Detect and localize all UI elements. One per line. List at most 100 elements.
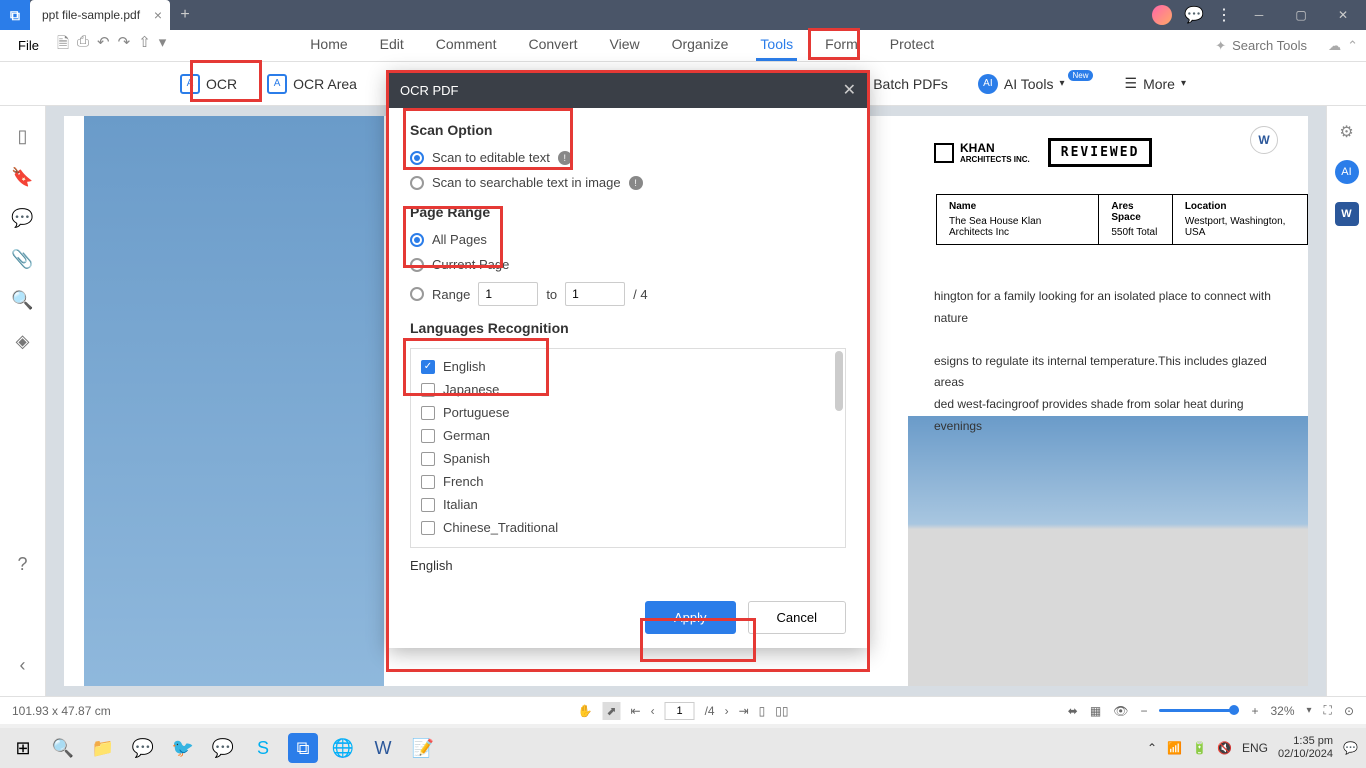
layers-icon[interactable]: ◈ <box>16 331 30 352</box>
fit-width-icon[interactable]: ⬌ <box>1068 704 1078 718</box>
tab-view[interactable]: View <box>606 30 644 61</box>
tab-edit[interactable]: Edit <box>376 30 408 61</box>
share-icon[interactable]: ⇧ <box>138 33 151 58</box>
undo-icon[interactable]: ↶ <box>97 33 110 58</box>
new-tab-button[interactable]: + <box>170 6 200 24</box>
whatsapp-icon[interactable]: 💬 <box>208 733 238 763</box>
lang-italian[interactable]: Italian <box>411 493 845 516</box>
battery-icon[interactable]: 🔋 <box>1192 741 1207 755</box>
read-mode-icon[interactable]: 👁 <box>1113 704 1128 718</box>
tab-form[interactable]: Form <box>821 30 862 61</box>
dropdown-icon[interactable]: ▾ <box>159 33 167 58</box>
zoom-slider[interactable] <box>1159 709 1239 712</box>
more-status-icon[interactable]: ⊙ <box>1344 704 1354 718</box>
chevron-up-icon[interactable]: ⌃ <box>1147 741 1157 755</box>
tab-home[interactable]: Home <box>306 30 351 61</box>
select-tool-icon[interactable]: ⬈ <box>602 702 620 720</box>
clock[interactable]: 1:35 pm 02/10/2024 <box>1278 735 1333 761</box>
lang-japanese[interactable]: Japanese <box>411 378 845 401</box>
lang-portuguese[interactable]: Portuguese <box>411 401 845 424</box>
ai-sidebar-icon[interactable]: AI <box>1335 160 1359 184</box>
bookmark-icon[interactable]: 🔖 <box>11 167 33 188</box>
volume-icon[interactable]: 🔇 <box>1217 741 1232 755</box>
tab-comment[interactable]: Comment <box>432 30 501 61</box>
maximize-button[interactable]: ▢ <box>1286 0 1316 30</box>
word-sidebar-icon[interactable]: W <box>1335 202 1359 226</box>
close-window-button[interactable]: ✕ <box>1328 0 1358 30</box>
menu-dots-icon[interactable]: ⋮ <box>1216 5 1232 25</box>
range-option[interactable]: Range to / 4 <box>410 282 846 306</box>
two-page-icon[interactable]: ▯▯ <box>775 704 788 718</box>
explorer-icon[interactable]: 📁 <box>88 733 118 763</box>
last-page-icon[interactable]: ⇥ <box>739 704 749 718</box>
help-icon[interactable]: ? <box>17 554 27 575</box>
ocr-button[interactable]: A OCR <box>180 74 237 94</box>
info-icon[interactable]: ! <box>629 176 643 190</box>
lang-spanish[interactable]: Spanish <box>411 447 845 470</box>
thumbnails-icon[interactable]: ▯ <box>18 126 28 147</box>
chrome-icon[interactable]: 🌐 <box>328 733 358 763</box>
lang-french[interactable]: French <box>411 470 845 493</box>
ai-tools-button[interactable]: AI AI Tools ▾ New <box>978 74 1095 94</box>
first-page-icon[interactable]: ⇤ <box>631 704 641 718</box>
redo-icon[interactable]: ↷ <box>118 33 131 58</box>
all-pages-option[interactable]: All Pages <box>410 232 846 247</box>
tab-convert[interactable]: Convert <box>524 30 581 61</box>
print-icon[interactable]: ⎙ <box>77 33 89 58</box>
zoom-value[interactable]: 32% <box>1270 704 1294 718</box>
apply-button[interactable]: Apply <box>645 601 736 634</box>
notifications-icon[interactable]: 💬 <box>1343 741 1358 755</box>
save-icon[interactable]: 🗎 <box>57 33 69 58</box>
document-tab[interactable]: ppt file-sample.pdf × <box>30 0 170 30</box>
fit-page-icon[interactable]: ▦ <box>1090 704 1101 718</box>
tab-tools[interactable]: Tools <box>756 30 797 61</box>
notepad-icon[interactable]: 📝 <box>408 733 438 763</box>
dialog-close-icon[interactable]: ✕ <box>843 80 856 100</box>
prev-page-icon[interactable]: ‹ <box>651 704 655 718</box>
messenger-icon[interactable]: 💬 <box>128 733 158 763</box>
comment-icon[interactable]: 💬 <box>11 208 33 229</box>
lang-english[interactable]: ✓English <box>411 355 845 378</box>
range-from-input[interactable] <box>478 282 538 306</box>
bird-app-icon[interactable]: 🐦 <box>168 733 198 763</box>
single-page-icon[interactable]: ▯ <box>759 704 766 718</box>
hand-tool-icon[interactable]: ✋ <box>578 704 593 718</box>
range-to-input[interactable] <box>565 282 625 306</box>
minimize-button[interactable]: ─ <box>1244 0 1274 30</box>
cancel-button[interactable]: Cancel <box>748 601 846 634</box>
batch-pdfs-button[interactable]: Batch PDFs <box>873 76 948 92</box>
scrollbar[interactable] <box>835 351 843 411</box>
language-indicator[interactable]: ENG <box>1242 741 1268 755</box>
lang-german[interactable]: German <box>411 424 845 447</box>
languages-list[interactable]: ✓English Japanese Portuguese German Span… <box>410 348 846 548</box>
search-icon[interactable]: 🔍 <box>11 290 33 311</box>
scan-editable-option[interactable]: Scan to editable text ! <box>410 150 846 165</box>
scan-searchable-option[interactable]: Scan to searchable text in image ! <box>410 175 846 190</box>
search-taskbar-icon[interactable]: 🔍 <box>48 733 78 763</box>
pdfelement-icon[interactable]: ⧉ <box>288 733 318 763</box>
fullscreen-icon[interactable]: ⛶ <box>1324 703 1332 718</box>
skype-icon[interactable]: S <box>248 733 278 763</box>
settings-icon[interactable]: ⚙ <box>1339 122 1353 142</box>
ocr-area-button[interactable]: A OCR Area <box>267 74 357 94</box>
chevron-icon[interactable]: ⌃ <box>1347 38 1358 54</box>
wifi-icon[interactable]: 📶 <box>1167 741 1182 755</box>
start-button[interactable]: ⊞ <box>8 733 38 763</box>
tab-organize[interactable]: Organize <box>668 30 733 61</box>
page-input[interactable] <box>665 702 695 720</box>
cloud-icon[interactable]: ☁ <box>1328 38 1341 54</box>
next-page-icon[interactable]: › <box>725 704 729 718</box>
attachment-icon[interactable]: 📎 <box>11 249 33 270</box>
more-button[interactable]: ☰ More ▾ <box>1125 75 1187 92</box>
lang-chinese-trad[interactable]: Chinese_Traditional <box>411 516 845 539</box>
collapse-icon[interactable]: ‹ <box>20 655 26 676</box>
file-menu[interactable]: File <box>8 34 49 57</box>
zoom-in-icon[interactable]: + <box>1251 704 1258 718</box>
user-avatar[interactable] <box>1152 5 1172 25</box>
close-tab-icon[interactable]: × <box>154 7 162 23</box>
zoom-out-icon[interactable]: − <box>1140 704 1147 718</box>
info-icon[interactable]: ! <box>558 151 572 165</box>
current-page-option[interactable]: Current Page <box>410 257 846 272</box>
search-tools-input[interactable] <box>1232 38 1312 53</box>
word-taskbar-icon[interactable]: W <box>368 733 398 763</box>
